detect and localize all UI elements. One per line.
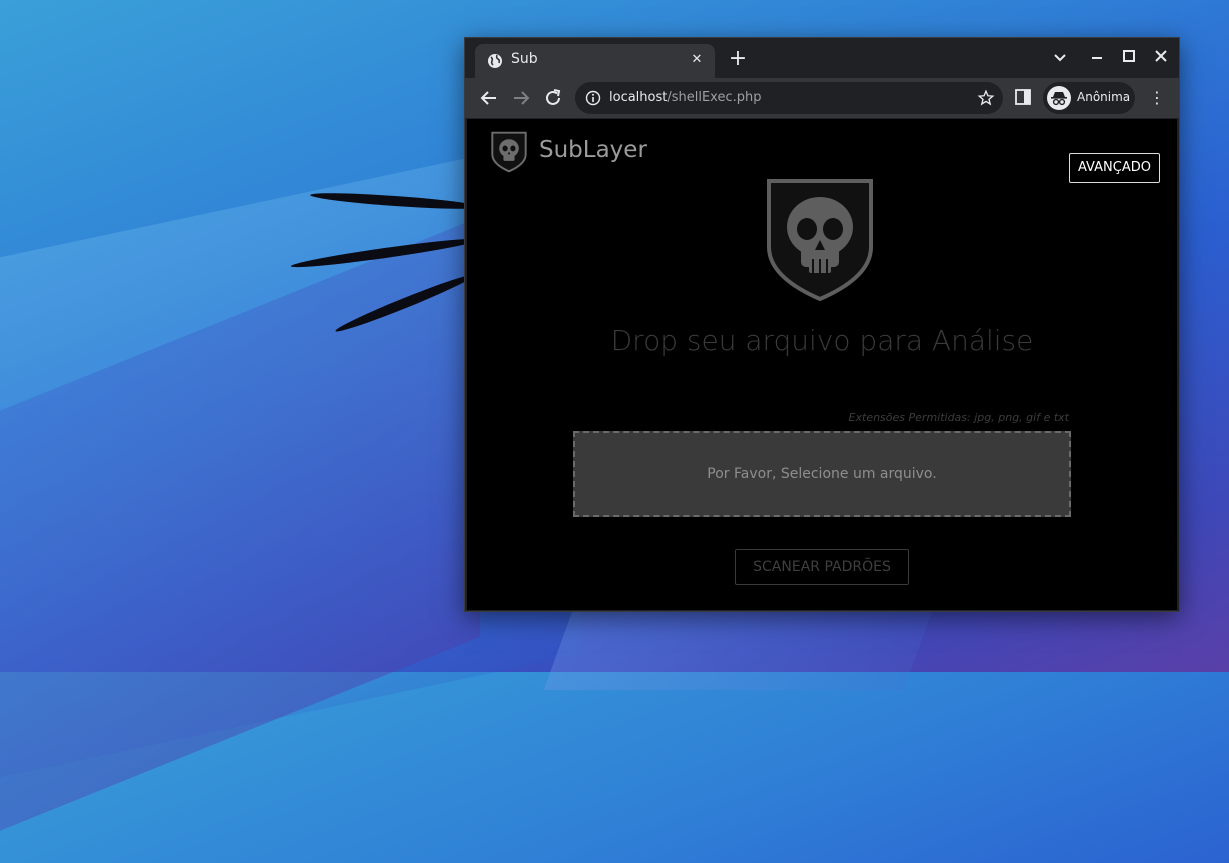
allowed-extensions-text: Extensões Permitidas: jpg, png, gif e tx… — [848, 411, 1069, 424]
star-icon[interactable] — [977, 89, 995, 107]
forward-icon[interactable] — [509, 86, 533, 110]
page-content: SubLayer AVANÇADO Drop seu arquivo para … — [467, 119, 1177, 610]
file-dropzone[interactable]: Por Favor, Selecione um arquivo. — [573, 431, 1071, 517]
tab-bar: Sub ✕ + — [465, 38, 1179, 78]
brand-name: SubLayer — [539, 137, 647, 163]
url-text: localhost/shellExec.php — [609, 90, 762, 105]
tab-title: Sub — [511, 51, 538, 67]
address-bar[interactable]: localhost/shellExec.php — [575, 82, 1003, 114]
minimize-icon[interactable] — [1084, 46, 1110, 70]
advanced-button[interactable]: AVANÇADO — [1069, 153, 1160, 183]
reload-icon[interactable] — [541, 86, 565, 110]
profile-label: Anônima — [1077, 90, 1131, 104]
skull-shield-icon — [491, 131, 527, 173]
new-tab-icon[interactable]: + — [727, 48, 749, 70]
url-path: /shellExec.php — [667, 90, 762, 105]
close-icon[interactable]: ✕ — [687, 50, 707, 70]
wallpaper-shape — [543, 600, 937, 690]
tab-sub[interactable]: Sub ✕ — [475, 44, 715, 78]
window-close-icon[interactable] — [1148, 46, 1174, 70]
side-panel-icon[interactable] — [1015, 89, 1031, 105]
page-headline: Drop seu arquivo para Análise — [610, 324, 1034, 357]
skull-shield-icon — [767, 179, 873, 302]
browser-toolbar: localhost/shellExec.php Anônima ⋮ — [465, 78, 1179, 118]
maximize-icon[interactable] — [1116, 46, 1142, 70]
globe-icon — [488, 54, 502, 68]
scan-button[interactable]: SCANEAR PADRÕES — [735, 549, 909, 585]
incognito-profile-button[interactable]: Anônima — [1043, 82, 1135, 114]
menu-icon[interactable]: ⋮ — [1147, 87, 1167, 109]
back-icon[interactable] — [477, 86, 501, 110]
url-host: localhost — [609, 90, 668, 105]
info-icon[interactable] — [585, 90, 601, 106]
incognito-icon — [1047, 86, 1071, 110]
chevron-down-icon[interactable] — [1047, 46, 1073, 70]
browser-window: Sub ✕ + localhost/shellExec.php Anônima … — [464, 37, 1180, 612]
